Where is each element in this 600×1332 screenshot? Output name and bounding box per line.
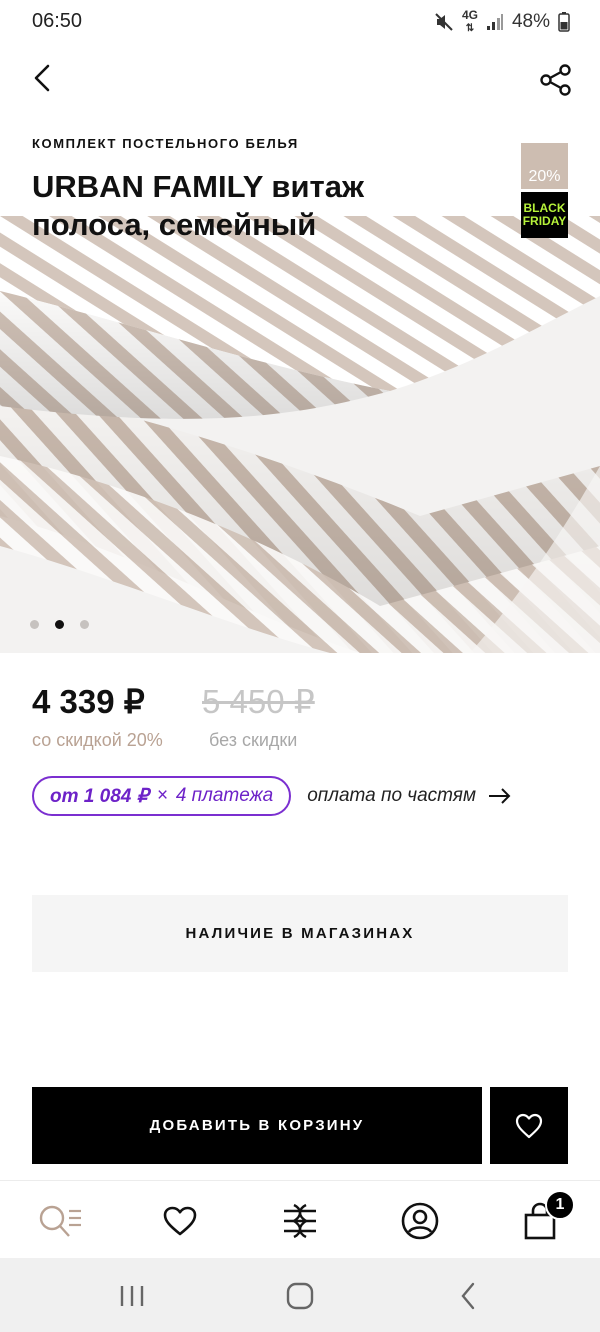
battery-icon (558, 12, 570, 32)
gallery-dot[interactable] (30, 620, 39, 629)
signal-icon (486, 13, 504, 31)
status-bar: 06:50 4G ⇅ 48% (0, 0, 600, 44)
network-4g-icon: 4G ⇅ (461, 8, 478, 34)
installment-times: × (156, 785, 168, 806)
store-availability-button[interactable]: НАЛИЧИЕ В МАГАЗИНАХ (32, 895, 568, 972)
status-icons: 4G ⇅ 48% (434, 8, 570, 36)
tab-profile[interactable] (396, 1197, 444, 1245)
installment-link[interactable]: оплата по частям (307, 785, 512, 807)
tab-brand[interactable] (276, 1197, 324, 1245)
product-photo (0, 216, 600, 653)
recent-apps-button[interactable] (112, 1276, 152, 1316)
product-title: URBAN FAMILY витаж полоса, семейный (32, 169, 364, 242)
installment-count: 4 платежа (175, 785, 274, 806)
product-image-gallery[interactable] (0, 216, 600, 653)
price-row: 4 339 ₽ 5 450 ₽ (32, 682, 572, 722)
gallery-dot[interactable] (80, 620, 89, 629)
bottom-tab-bar (0, 1180, 600, 1258)
top-nav (0, 52, 600, 104)
profile-icon (401, 1202, 439, 1240)
gallery-dot-active[interactable] (55, 620, 64, 629)
home-icon (286, 1282, 314, 1310)
mute-icon (434, 12, 454, 32)
system-back-icon (461, 1282, 475, 1310)
favorites-icon (163, 1206, 197, 1236)
add-to-cart-button[interactable]: ДОБАВИТЬ В КОРЗИНУ (32, 1087, 482, 1164)
installments-row: от 1 084 ₽ × 4 платежа оплата по частям (32, 776, 512, 816)
gallery-pagination (30, 620, 89, 629)
price-old-note: без скидки (209, 730, 298, 750)
share-button[interactable] (534, 58, 578, 102)
back-arrow-icon (34, 64, 50, 92)
home-button[interactable] (280, 1276, 320, 1316)
system-back-button[interactable] (448, 1276, 488, 1316)
installment-badge[interactable]: от 1 084 ₽ × 4 платежа (32, 776, 292, 816)
heart-icon (515, 1113, 543, 1138)
back-button[interactable] (22, 58, 62, 98)
price-notes: со скидкой 20% без скидки (32, 730, 572, 754)
installment-amount: от 1 084 ₽ (50, 785, 149, 807)
discount-badge: 20% (521, 143, 568, 189)
catalog-search-icon (39, 1205, 81, 1237)
tab-catalog-search[interactable] (36, 1197, 84, 1245)
promo-badges: 20% BLACK FRIDAY (521, 143, 568, 238)
add-to-favorites-button[interactable] (490, 1087, 568, 1164)
status-time: 06:50 (32, 10, 83, 32)
system-nav-bar (0, 1258, 600, 1332)
battery-level: 48% (511, 11, 550, 32)
arrow-right-icon (488, 788, 511, 804)
black-friday-badge: BLACK FRIDAY (521, 192, 568, 238)
recent-apps-icon (120, 1286, 144, 1306)
price-current-note: со скидкой 20% (32, 730, 163, 750)
tab-favorites[interactable] (156, 1197, 204, 1245)
price-old: 5 450 ₽ (202, 683, 315, 720)
share-icon (540, 64, 571, 96)
network-label: 4G (461, 8, 478, 22)
product-category: КОМПЛЕКТ ПОСТЕЛЬНОГО БЕЛЬЯ (32, 136, 299, 151)
brand-logo-icon (284, 1203, 316, 1239)
price-current: 4 339 ₽ (32, 683, 145, 720)
installment-link-label: оплата по частям (307, 785, 476, 806)
black-friday-line2: FRIDAY (522, 214, 567, 228)
cart-count-badge: 1 (545, 1190, 575, 1220)
